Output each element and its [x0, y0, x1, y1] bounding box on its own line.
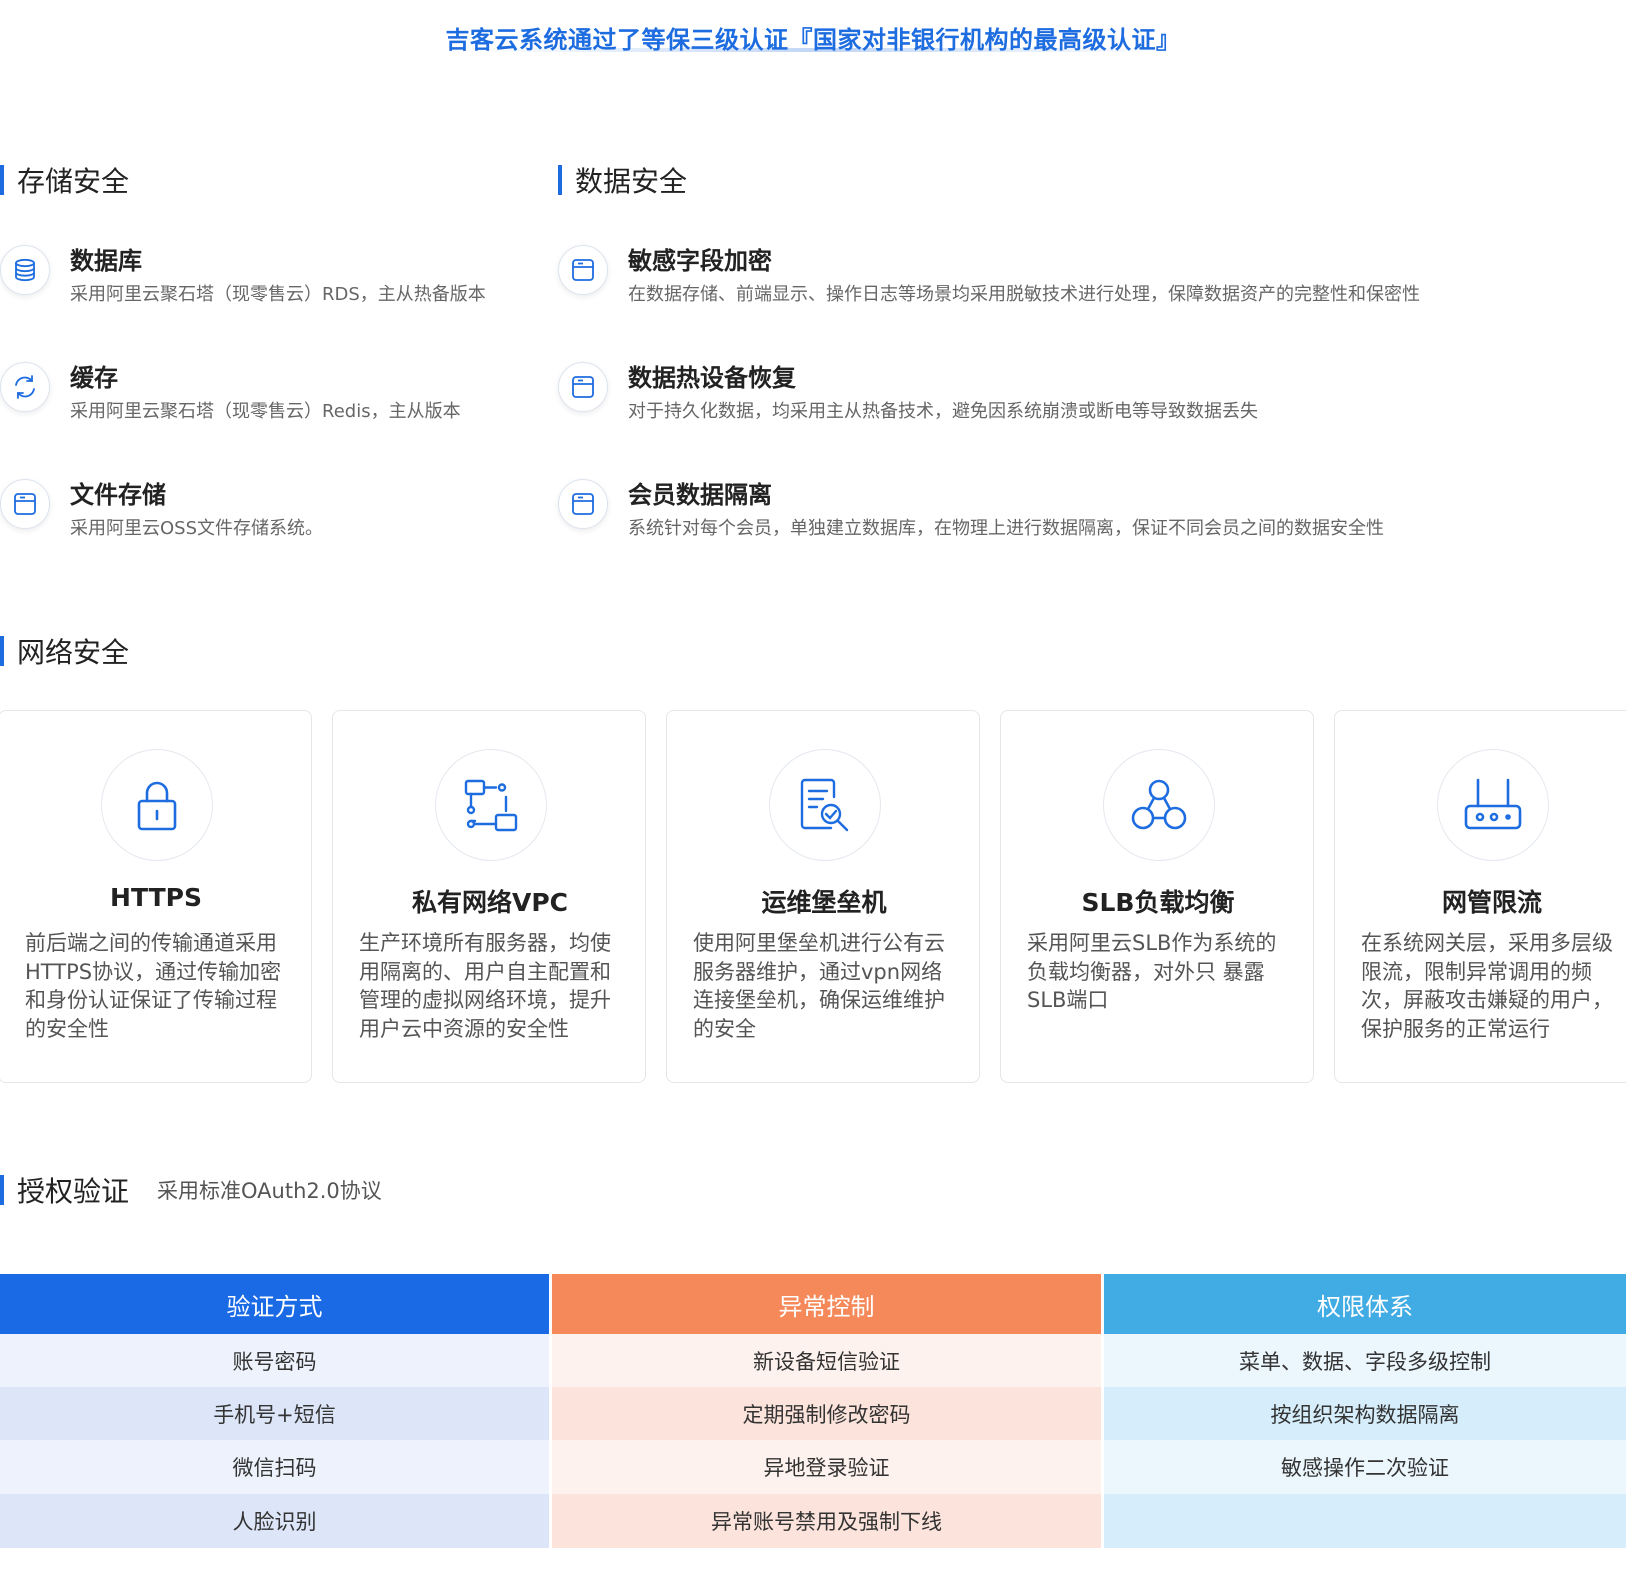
storage-item-database: 数据库 采用阿里云聚石塔（现零售云）RDS，主从热备版本 — [0, 245, 540, 315]
card-description: 生产环境所有服务器，均使用隔离的、用户自主配置和管理的虚拟网络环境，提升用户云中… — [359, 931, 611, 1041]
card-description: 采用阿里云SLB作为系统的负载均衡器，对外只 暴露SLB端口 — [1027, 931, 1277, 1012]
card-description: 在系统网关层，采用多层级限流，限制异常调用的频次，屏蔽攻击嫌疑的用户，保护服务的… — [1361, 931, 1613, 1041]
feature-name: 缓存 — [70, 364, 118, 392]
column-cell: 人脸识别 — [0, 1494, 549, 1548]
column-cell: 异常账号禁用及强制下线 — [552, 1494, 1101, 1548]
card-title: SLB负载均衡 — [1081, 888, 1235, 917]
column-cell: 账号密码 — [0, 1334, 549, 1387]
section-title-network: 网络安全 — [0, 634, 130, 669]
storage-item-cache: 缓存 采用阿里云聚石塔（现零售云）Redis，主从版本 — [0, 362, 540, 432]
section-heading: 数据安全 — [575, 165, 688, 198]
column-cell: 定期强制修改密码 — [552, 1387, 1101, 1440]
network-card-https: HTTPS 前后端之间的传输通道采用HTTPS协议，通过传输加密和身份认证保证了… — [0, 710, 312, 1083]
storage-box-icon — [0, 479, 50, 529]
section-title-storage: 存储安全 — [0, 163, 130, 198]
data-item-hot-backup: 数据热设备恢复 对于持久化数据，均采用主从热备技术，避免因系统崩溃或断电等导致数… — [558, 362, 1618, 432]
card-description: 使用阿里堡垒机进行公有云服务器维护，通过vpn网络连接堡垒机，确保运维维护的安全 — [693, 931, 945, 1041]
card-title: 私有网络VPC — [411, 888, 569, 917]
document-search-icon — [769, 749, 881, 861]
network-card-vpc: 私有网络VPC 生产环境所有服务器，均使用隔离的、用户自主配置和管理的虚拟网络环… — [332, 710, 646, 1083]
network-card-slb: SLB负载均衡 采用阿里云SLB作为系统的负载均衡器，对外只 暴露SLB端口 — [1000, 710, 1314, 1083]
network-card-gateway: 网管限流 在系统网关层，采用多层级限流，限制异常调用的频次，屏蔽攻击嫌疑的用户，… — [1334, 710, 1626, 1083]
feature-description: 采用阿里云聚石塔（现零售云）RDS，主从热备版本 — [70, 284, 486, 305]
network-card-bastion: 运维堡垒机 使用阿里堡垒机进行公有云服务器维护，通过vpn网络连接堡垒机，确保运… — [666, 710, 980, 1083]
feature-name: 数据库 — [70, 247, 142, 275]
feature-name: 文件存储 — [70, 481, 166, 509]
section-subtitle: 采用标准OAuth2.0协议 — [157, 1179, 382, 1203]
database-icon — [0, 245, 50, 295]
storage-box-icon — [558, 479, 608, 529]
banner-underline — [470, 48, 1170, 52]
column-cell: 微信扫码 — [0, 1440, 549, 1494]
column-header: 验证方式 — [0, 1274, 549, 1334]
feature-name: 会员数据隔离 — [628, 481, 772, 509]
storage-box-icon — [558, 245, 608, 295]
card-title: 运维堡垒机 — [761, 888, 887, 917]
card-description: 前后端之间的传输通道采用HTTPS协议，通过传输加密和身份认证保证了传输过程的安… — [25, 931, 282, 1041]
data-item-field-encryption: 敏感字段加密 在数据存储、前端显示、操作日志等场景均采用脱敏技术进行处理，保障数… — [558, 245, 1618, 315]
column-cell: 敏感操作二次验证 — [1104, 1440, 1626, 1494]
column-cell: 手机号+短信 — [0, 1387, 549, 1440]
column-cell — [1104, 1494, 1626, 1548]
feature-description: 系统针对每个会员，单独建立数据库，在物理上进行数据隔离，保证不同会员之间的数据安… — [628, 518, 1384, 539]
storage-box-icon — [558, 362, 608, 412]
auth-column-permissions: 权限体系 菜单、数据、字段多级控制 按组织架构数据隔离 敏感操作二次验证 — [1104, 1274, 1626, 1548]
section-accent-bar — [0, 636, 4, 666]
feature-description: 对于持久化数据，均采用主从热备技术，避免因系统崩溃或断电等导致数据丢失 — [628, 401, 1258, 422]
section-accent-bar — [0, 165, 4, 195]
feature-description: 采用阿里云聚石塔（现零售云）Redis，主从版本 — [70, 401, 461, 422]
feature-name: 数据热设备恢复 — [628, 364, 796, 392]
section-heading: 网络安全 — [17, 636, 130, 669]
router-icon — [1437, 749, 1549, 861]
section-accent-bar — [0, 1175, 4, 1205]
lock-icon — [101, 749, 213, 861]
card-title: 网管限流 — [1441, 888, 1542, 917]
section-accent-bar — [558, 165, 562, 195]
sync-icon — [0, 362, 50, 412]
feature-name: 敏感字段加密 — [628, 247, 772, 275]
column-cell: 按组织架构数据隔离 — [1104, 1387, 1626, 1440]
column-cell: 菜单、数据、字段多级控制 — [1104, 1334, 1626, 1387]
section-heading: 存储安全 — [17, 165, 130, 198]
section-heading: 授权验证 — [17, 1175, 130, 1208]
column-cell: 异地登录验证 — [552, 1440, 1101, 1494]
feature-description: 在数据存储、前端显示、操作日志等场景均采用脱敏技术进行处理，保障数据资产的完整性… — [628, 284, 1420, 305]
column-header: 权限体系 — [1104, 1274, 1626, 1334]
auth-column-methods: 验证方式 账号密码 手机号+短信 微信扫码 人脸识别 — [0, 1274, 549, 1548]
section-title-auth: 授权验证 采用标准OAuth2.0协议 — [0, 1173, 382, 1208]
section-title-data: 数据安全 — [558, 163, 688, 198]
storage-item-file: 文件存储 采用阿里云OSS文件存储系统。 — [0, 479, 540, 549]
data-item-member-isolation: 会员数据隔离 系统针对每个会员，单独建立数据库，在物理上进行数据隔离，保证不同会… — [558, 479, 1618, 549]
load-balancer-icon — [1103, 749, 1215, 861]
card-title: HTTPS — [110, 883, 202, 912]
column-cell: 新设备短信验证 — [552, 1334, 1101, 1387]
column-header: 异常控制 — [552, 1274, 1101, 1334]
network-topology-icon — [435, 749, 547, 861]
feature-description: 采用阿里云OSS文件存储系统。 — [70, 518, 324, 539]
auth-column-anomaly: 异常控制 新设备短信验证 定期强制修改密码 异地登录验证 异常账号禁用及强制下线 — [552, 1274, 1101, 1548]
